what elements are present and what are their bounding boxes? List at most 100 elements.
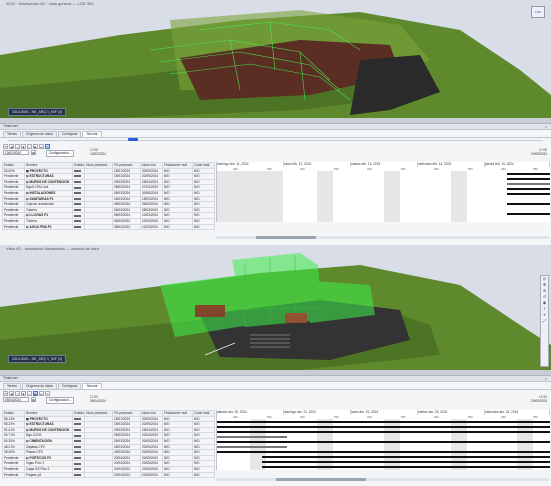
cell-total-cost: N/D <box>192 471 215 479</box>
step-back-icon[interactable]: ◀ <box>9 390 14 396</box>
cell-name: ⊟ MUROS DE CONTENCIÓN <box>24 426 73 434</box>
step-forward-icon[interactable]: ▶ <box>33 143 38 149</box>
config-button[interactable]: Configuración... <box>46 150 75 157</box>
timeliner-title-bar: TimeLiner × <box>0 376 551 382</box>
step-back-icon[interactable]: ◀ <box>9 143 14 149</box>
gantt-bar[interactable] <box>507 193 550 196</box>
model-render-middle <box>0 245 551 375</box>
gantt-hour: AM <box>501 415 506 419</box>
stop-icon[interactable]: ■ <box>21 143 26 149</box>
reverse-play-icon[interactable]: ◁ <box>15 390 20 396</box>
tab-tareas[interactable]: Tareas <box>3 131 21 137</box>
gantt-scrollbar[interactable] <box>216 236 549 239</box>
col-state[interactable]: Estado <box>72 162 85 169</box>
gantt-hour: PM <box>468 415 473 419</box>
cell-name: ⊟ AGUA FRIA P1 <box>24 223 73 231</box>
close-icon[interactable]: × <box>545 376 547 381</box>
fit-icon[interactable]: ⤢ <box>541 318 548 324</box>
gantt-bar[interactable] <box>507 183 550 186</box>
config-button[interactable]: Configuración... <box>46 397 75 404</box>
play-icon[interactable]: ▷ <box>27 143 32 149</box>
gantt-bar[interactable] <box>217 441 550 444</box>
gantt-chart-top[interactable]: domingo feb. 11, 2024 lunes feb. 12, 202… <box>216 162 550 222</box>
status-bar-icon <box>72 471 85 479</box>
view-cube-top[interactable]: TOP <box>531 6 545 18</box>
scroll-knob[interactable] <box>256 236 316 239</box>
play-icon[interactable]: ▷ <box>27 390 32 396</box>
tab-simular[interactable]: Simular <box>82 383 102 389</box>
rewind-icon[interactable]: ⏮ <box>3 390 8 396</box>
navigation-bar: ◎ ✥ ⊕ ↺ ◉ ⇧ ⌖ ⤢ <box>540 275 549 367</box>
status-bar-icon <box>72 223 85 231</box>
date-field[interactable]: 13/02/2024 <box>3 150 29 155</box>
scroll-knob[interactable] <box>276 478 366 481</box>
tab-configurar[interactable]: Configurar <box>58 131 82 137</box>
rewind-icon[interactable]: ⏮ <box>3 143 8 149</box>
viewport-middle[interactable]: Vista 4D · simulación Navisworks — avanc… <box>0 245 551 375</box>
cell-name: ⊟ MUROS DE CONTENCIÓN <box>24 178 73 186</box>
reverse-play-icon[interactable]: ◁ <box>15 143 20 149</box>
gantt-bar[interactable] <box>262 466 550 469</box>
stop-icon[interactable]: ■ <box>21 390 26 396</box>
gantt-hour: PM <box>334 415 339 419</box>
calendar-icon[interactable]: ▦ <box>31 397 36 402</box>
current-time: 17:00 05/04/2024 <box>90 395 106 403</box>
gantt-day: sábado abr. 20, 2024 <box>217 410 284 415</box>
gantt-bar[interactable] <box>507 203 550 206</box>
cell-planned-start <box>84 223 113 231</box>
gantt-bar[interactable] <box>262 461 550 464</box>
terrain-render-top <box>0 0 551 123</box>
cell-name: Forjado p2 <box>24 471 73 479</box>
loop-icon[interactable]: ↻ <box>45 390 50 396</box>
tab-tareas[interactable]: Tareas <box>3 383 21 389</box>
calendar-icon[interactable]: ▦ <box>31 150 36 155</box>
gantt-bar[interactable] <box>217 451 550 454</box>
tab-origenes[interactable]: Orígenes de datos <box>21 383 58 389</box>
gantt-bar[interactable] <box>507 178 550 181</box>
col-state[interactable]: Estado <box>72 410 85 417</box>
table-row[interactable]: Pendiente Forjado p2 20/04/2024 20/05/2024 N… <box>2 471 215 479</box>
viewport-top[interactable]: 2024 · Navisworks 4D · vista general — L… <box>0 0 551 123</box>
gantt-bar[interactable] <box>507 173 550 176</box>
date-row: 05/04/2024 ▦ Configuración... 17:00 05/0… <box>0 395 551 404</box>
gantt-bar[interactable] <box>217 446 287 449</box>
slider-thumb[interactable] <box>128 138 138 141</box>
gantt-bar[interactable] <box>262 456 550 459</box>
gantt-bar[interactable] <box>217 421 550 424</box>
loop-icon[interactable]: ↻ <box>45 143 50 149</box>
tab-configurar[interactable]: Configurar <box>58 383 82 389</box>
end-time: 17:00 20/09/2024 <box>531 148 547 156</box>
tab-origenes[interactable]: Orígenes de datos <box>21 131 58 137</box>
gantt-chart-bottom[interactable]: sábado abr. 20, 2024 domingo abr. 21, 20… <box>216 410 550 470</box>
gantt-bar[interactable] <box>507 213 550 216</box>
gantt-day: martes feb. 13, 2024 <box>351 162 418 167</box>
viewport-label-top: 0314-SMS - NK_ARQ 1_MIF (3) <box>8 108 67 116</box>
timeliner-tabs: Tareas Orígenes de datos Configurar Simu… <box>0 382 551 390</box>
cell-actual-end: N/D <box>162 223 193 231</box>
top-header-text: 2024 · Navisworks 4D · vista general — L… <box>6 1 94 6</box>
gantt-hour: AM <box>434 415 439 419</box>
table-row[interactable]: Pendiente ⊟ AGUA FRIA P1 08/03/2024 12/03/2… <box>2 223 215 231</box>
gantt-bar[interactable] <box>217 426 550 429</box>
gantt-hour: PM <box>533 415 538 419</box>
gantt-scrollbar[interactable] <box>216 478 549 481</box>
gantt-hour: AM <box>300 415 305 419</box>
cell-total-cost: N/D <box>192 223 215 231</box>
tab-simular[interactable]: Simular <box>82 131 102 137</box>
fast-forward-icon[interactable]: ⏭ <box>39 143 44 149</box>
gantt-night-shade <box>451 171 467 222</box>
step-forward-icon[interactable]: ▶ <box>33 390 38 396</box>
gantt-night-shade <box>384 171 400 222</box>
gantt-day: domingo abr. 21, 2024 <box>284 410 351 415</box>
end-time-date: 20/09/2024 <box>531 398 547 403</box>
gantt-bar[interactable] <box>217 436 287 439</box>
gantt-day: miércoles abr. 24, 2024 <box>485 410 550 415</box>
timeliner-title: TimeLiner <box>3 124 18 128</box>
close-icon[interactable]: × <box>545 124 547 129</box>
gantt-bar[interactable] <box>507 188 550 191</box>
fast-forward-icon[interactable]: ⏭ <box>39 390 44 396</box>
end-time-date: 20/09/2024 <box>531 151 547 156</box>
cell-status: Pendiente <box>2 471 25 479</box>
gantt-bar[interactable] <box>217 431 550 434</box>
date-field[interactable]: 05/04/2024 <box>3 397 29 402</box>
